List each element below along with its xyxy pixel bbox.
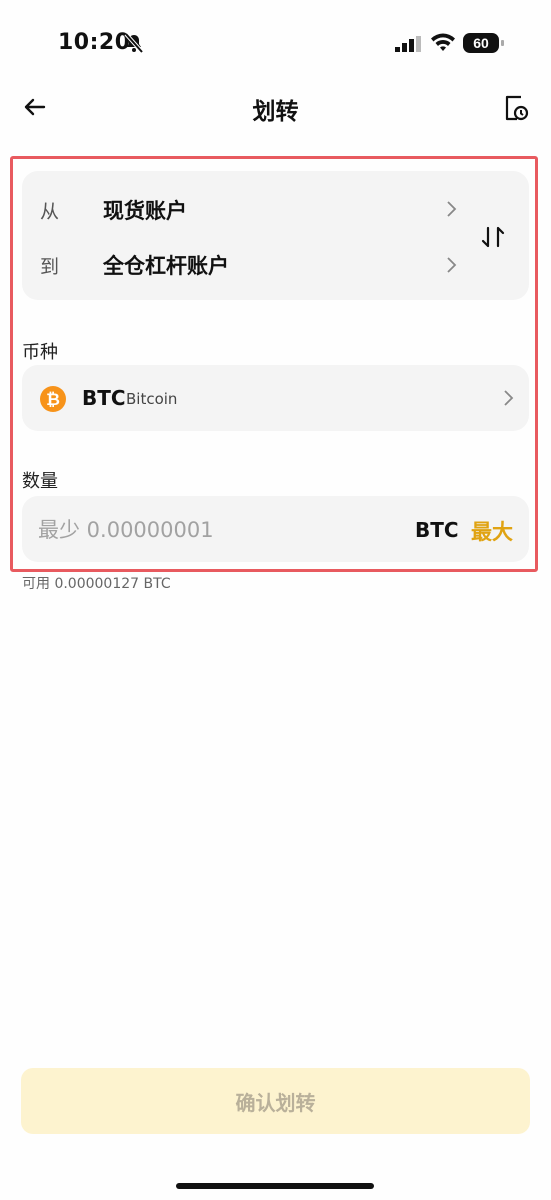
available-balance: 可用 0.00000127 BTC (22, 576, 171, 592)
confirm-transfer-button[interactable]: 确认划转 (21, 1068, 530, 1134)
page-title: 划转 (252, 99, 299, 125)
battery-icon: 60 (463, 33, 505, 53)
highlight-box (10, 156, 538, 572)
signal-icon (395, 36, 421, 52)
home-indicator (176, 1183, 374, 1189)
status-time: 10:20 (58, 30, 131, 55)
bell-slash-icon (124, 33, 144, 53)
wifi-icon (431, 33, 455, 51)
history-icon[interactable] (503, 94, 529, 122)
battery-level: 60 (463, 33, 499, 53)
